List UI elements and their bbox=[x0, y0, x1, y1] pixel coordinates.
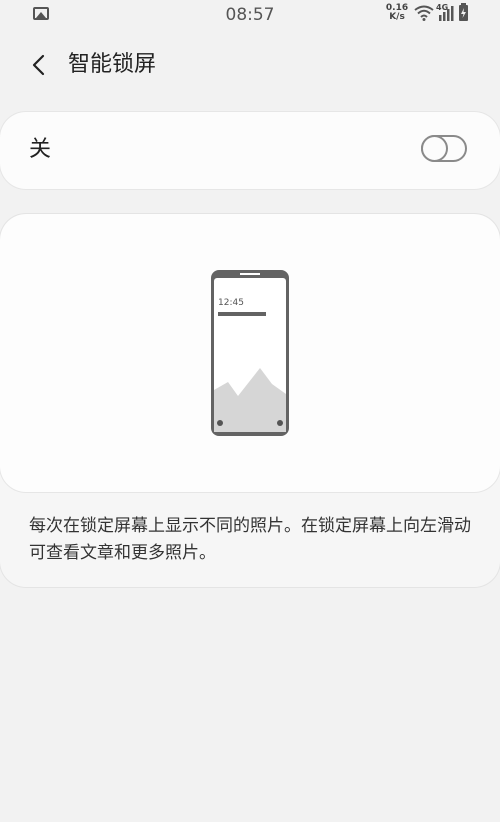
switch-knob bbox=[421, 135, 448, 162]
info-card: 12:45 每次在锁定屏幕上显示不同的照片。在锁定屏幕上向左滑动可查看文章和更多… bbox=[0, 214, 500, 587]
wifi-icon bbox=[414, 5, 434, 21]
network-speed: 0.16 K/s bbox=[385, 4, 409, 22]
chevron-left-icon bbox=[32, 54, 45, 76]
back-button[interactable] bbox=[26, 50, 52, 80]
status-bar: 08:57 0.16 K/s 4G bbox=[0, 0, 500, 30]
app-header: 智能锁屏 bbox=[0, 40, 500, 90]
toggle-state-label: 关 bbox=[29, 137, 52, 162]
feature-description: 每次在锁定屏幕上显示不同的照片。在锁定屏幕上向左滑动可查看文章和更多照片。 bbox=[29, 516, 471, 563]
illustration-panel: 12:45 bbox=[0, 214, 500, 492]
page-title: 智能锁屏 bbox=[68, 52, 157, 77]
smart-lock-switch[interactable] bbox=[421, 135, 467, 162]
lock-screen-phone-illustration: 12:45 bbox=[211, 270, 289, 436]
network-speed-unit: K/s bbox=[389, 12, 405, 22]
phone-screen-time: 12:45 bbox=[218, 298, 244, 308]
battery-charging-icon bbox=[459, 3, 468, 21]
signal-icon bbox=[439, 6, 454, 21]
